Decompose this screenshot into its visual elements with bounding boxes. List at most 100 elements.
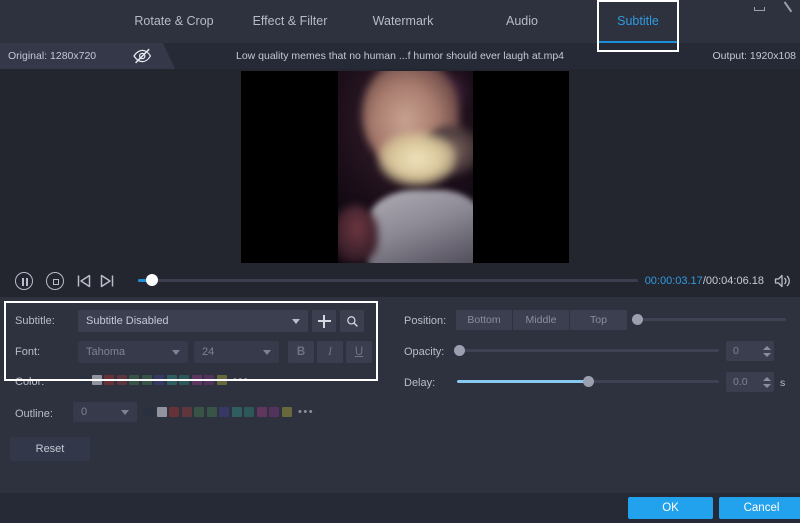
- position-option-top[interactable]: Top: [570, 310, 627, 330]
- bold-button[interactable]: B: [288, 341, 314, 363]
- search-subtitle-button[interactable]: [340, 310, 364, 332]
- seek-handle[interactable]: [146, 274, 158, 286]
- color-swatch[interactable]: [232, 407, 242, 417]
- color-swatch[interactable]: [269, 407, 279, 417]
- tab-label: Audio: [506, 14, 538, 28]
- pause-icon[interactable]: [15, 272, 33, 290]
- delay-slider-handle[interactable]: [583, 376, 594, 387]
- tab-label: Watermark: [373, 14, 434, 28]
- color-swatch[interactable]: [104, 375, 114, 385]
- position-slider-track[interactable]: [634, 318, 786, 321]
- delay-value: 0.0: [726, 376, 760, 388]
- color-swatch[interactable]: [217, 375, 227, 385]
- delay-stepper[interactable]: 0.0: [726, 372, 774, 392]
- tab-audio[interactable]: Audio: [480, 0, 564, 43]
- opacity-stepper-arrows[interactable]: [760, 341, 774, 361]
- player-controls: 00:00:03.17/00:04:06.18: [0, 265, 800, 297]
- underline-button[interactable]: U: [346, 341, 372, 363]
- tab-watermark[interactable]: Watermark: [358, 0, 448, 43]
- ok-button[interactable]: OK: [628, 497, 713, 519]
- video-editor-window: Rotate & Crop Effect & Filter Watermark …: [0, 0, 800, 523]
- color-swatch-list[interactable]: •••: [79, 374, 249, 386]
- arrow-up-icon[interactable]: [763, 346, 771, 350]
- color-swatch[interactable]: [117, 375, 127, 385]
- position-option-middle[interactable]: Middle: [513, 310, 570, 330]
- previous-frame-icon[interactable]: [75, 272, 93, 290]
- close-icon[interactable]: [780, 0, 796, 14]
- info-bar: Original: 1280x720 Low quality memes tha…: [0, 43, 800, 69]
- subtitle-select[interactable]: Subtitle Disabled: [78, 310, 308, 332]
- color-swatch[interactable]: [167, 375, 177, 385]
- color-swatch[interactable]: [179, 375, 189, 385]
- color-swatch[interactable]: [219, 407, 229, 417]
- outline-width-select[interactable]: 0: [73, 402, 137, 422]
- color-label: Color:: [15, 376, 44, 388]
- delay-stepper-arrows[interactable]: [760, 372, 774, 392]
- color-swatch[interactable]: [79, 375, 89, 385]
- seek-bar[interactable]: [138, 279, 638, 282]
- arrow-down-icon[interactable]: [763, 353, 771, 357]
- outline-width-value: 0: [73, 406, 121, 418]
- cancel-button[interactable]: Cancel: [719, 497, 800, 519]
- color-swatch[interactable]: [142, 375, 152, 385]
- color-swatch[interactable]: [192, 375, 202, 385]
- position-segmented-control[interactable]: Bottom Middle Top: [456, 310, 627, 330]
- color-swatch[interactable]: [244, 407, 254, 417]
- opacity-label: Opacity:: [404, 346, 444, 358]
- position-option-bottom[interactable]: Bottom: [456, 310, 513, 330]
- opacity-stepper[interactable]: 0: [726, 341, 774, 361]
- arrow-up-icon[interactable]: [763, 377, 771, 381]
- time-display: 00:00:03.17/00:04:06.18: [645, 265, 764, 297]
- opacity-slider-track[interactable]: [457, 349, 719, 352]
- color-swatch[interactable]: [194, 407, 204, 417]
- position-label: Position:: [404, 315, 446, 327]
- color-swatch[interactable]: [282, 407, 292, 417]
- color-swatch[interactable]: [204, 375, 214, 385]
- subtitle-select-value: Subtitle Disabled: [78, 315, 292, 327]
- color-swatch[interactable]: [182, 407, 192, 417]
- video-preview[interactable]: [241, 71, 569, 263]
- search-icon: [346, 315, 359, 328]
- italic-button[interactable]: I: [317, 341, 343, 363]
- stop-icon[interactable]: [46, 272, 64, 290]
- font-size-select[interactable]: 24: [194, 341, 279, 363]
- opacity-value: 0: [726, 345, 760, 357]
- total-time-label: 00:04:06.18: [706, 275, 764, 287]
- outline-label: Outline:: [15, 408, 53, 420]
- eye-slash-icon[interactable]: [132, 48, 152, 64]
- subtitle-label: Subtitle:: [15, 315, 55, 327]
- add-subtitle-button[interactable]: [312, 310, 336, 332]
- arrow-down-icon[interactable]: [763, 384, 771, 388]
- color-swatch[interactable]: [92, 375, 102, 385]
- reset-button[interactable]: Reset: [10, 437, 90, 461]
- video-frame-content: [338, 71, 473, 263]
- outline-swatch-list[interactable]: •••: [144, 406, 314, 418]
- color-swatch[interactable]: [154, 375, 164, 385]
- delay-label: Delay:: [404, 377, 435, 389]
- tab-bar: Rotate & Crop Effect & Filter Watermark …: [0, 0, 800, 43]
- color-swatch[interactable]: [144, 407, 154, 417]
- more-outline-colors-icon[interactable]: •••: [298, 406, 314, 418]
- tab-label: Effect & Filter: [253, 14, 328, 28]
- next-frame-icon[interactable]: [98, 272, 116, 290]
- color-swatch[interactable]: [207, 407, 217, 417]
- minimize-icon[interactable]: [752, 0, 768, 14]
- volume-icon[interactable]: [774, 274, 792, 288]
- color-swatch[interactable]: [129, 375, 139, 385]
- delay-unit-label: s: [780, 377, 785, 389]
- font-size-value: 24: [194, 346, 263, 358]
- delay-slider-fill: [457, 380, 588, 383]
- tab-subtitle[interactable]: Subtitle: [597, 0, 679, 43]
- chevron-down-icon: [172, 350, 180, 355]
- color-swatch[interactable]: [169, 407, 179, 417]
- font-family-select[interactable]: Tahoma: [78, 341, 188, 363]
- more-colors-icon[interactable]: •••: [233, 374, 249, 386]
- window-controls: [752, 0, 796, 14]
- color-swatch[interactable]: [157, 407, 167, 417]
- color-swatch[interactable]: [257, 407, 267, 417]
- chevron-down-icon: [263, 350, 271, 355]
- position-slider-handle[interactable]: [632, 314, 643, 325]
- tab-rotate-crop[interactable]: Rotate & Crop: [126, 0, 222, 43]
- tab-effect-filter[interactable]: Effect & Filter: [240, 0, 340, 43]
- opacity-slider-handle[interactable]: [454, 345, 465, 356]
